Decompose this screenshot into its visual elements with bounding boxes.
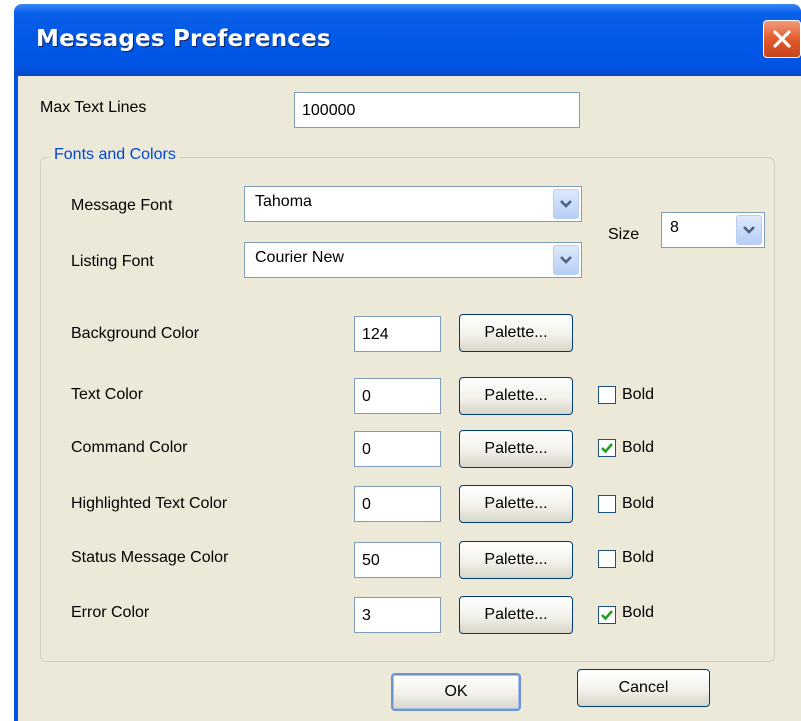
checkmark-icon xyxy=(601,443,613,454)
palette-button[interactable]: Palette... xyxy=(459,430,573,468)
color-value-input[interactable]: 0 xyxy=(354,431,441,467)
palette-button[interactable]: Palette... xyxy=(459,377,573,415)
bold-label: Bold xyxy=(622,549,655,566)
bold-checkbox[interactable] xyxy=(598,495,616,513)
window-title: Messages Preferences xyxy=(36,26,331,52)
color-value-input[interactable]: 0 xyxy=(354,378,441,414)
bold-checkbox[interactable] xyxy=(598,386,616,404)
listing-font-value: Courier New xyxy=(255,249,344,266)
palette-button[interactable]: Palette... xyxy=(459,541,573,579)
color-value-input[interactable]: 50 xyxy=(354,542,441,578)
close-button[interactable] xyxy=(763,20,801,58)
max-text-lines-label: Max Text Lines xyxy=(40,99,147,116)
message-font-dropdown-button[interactable] xyxy=(553,189,579,219)
color-value-input[interactable]: 3 xyxy=(354,597,441,633)
color-label: Status Message Color xyxy=(71,549,229,566)
size-dropdown-button[interactable] xyxy=(736,215,762,245)
color-value-input[interactable]: 124 xyxy=(354,316,441,352)
message-font-label: Message Font xyxy=(71,197,173,214)
palette-button[interactable]: Palette... xyxy=(459,485,573,523)
bold-label: Bold xyxy=(622,495,655,512)
palette-button[interactable]: Palette... xyxy=(459,596,573,634)
color-label: Text Color xyxy=(71,386,144,403)
bold-checkbox[interactable] xyxy=(598,439,616,457)
color-label: Background Color xyxy=(71,325,200,342)
color-value-input[interactable]: 0 xyxy=(354,486,441,522)
chevron-down-icon xyxy=(560,200,572,208)
title-bar[interactable]: Messages Preferences xyxy=(14,4,801,76)
message-font-value: Tahoma xyxy=(255,193,312,210)
listing-font-select[interactable]: Courier New xyxy=(244,242,582,278)
size-label: Size xyxy=(608,226,640,243)
chevron-down-icon xyxy=(743,226,755,234)
dialog-window: Messages Preferences Max Text Lines 1000… xyxy=(14,4,801,721)
size-value: 8 xyxy=(670,219,679,236)
bold-label: Bold xyxy=(622,386,655,403)
bold-label: Bold xyxy=(622,604,655,621)
color-label: Error Color xyxy=(71,604,150,621)
ok-button[interactable]: OK xyxy=(391,673,521,711)
bold-label: Bold xyxy=(622,439,655,456)
message-font-select[interactable]: Tahoma xyxy=(244,186,582,222)
listing-font-dropdown-button[interactable] xyxy=(553,245,579,275)
color-label: Highlighted Text Color xyxy=(71,495,228,512)
bold-checkbox[interactable] xyxy=(598,550,616,568)
chevron-down-icon xyxy=(560,256,572,264)
color-label: Command Color xyxy=(71,439,188,456)
fonts-colors-group-title: Fonts and Colors xyxy=(50,146,180,164)
checkmark-icon xyxy=(601,610,613,621)
listing-font-label: Listing Font xyxy=(71,253,154,270)
dialog-client: Max Text Lines 100000 Fonts and Colors M… xyxy=(18,76,801,721)
bold-checkbox[interactable] xyxy=(598,606,616,624)
close-icon xyxy=(773,30,791,48)
size-select[interactable]: 8 xyxy=(661,212,765,248)
max-text-lines-input[interactable]: 100000 xyxy=(294,92,580,128)
palette-button[interactable]: Palette... xyxy=(459,314,573,352)
cancel-button[interactable]: Cancel xyxy=(577,669,710,707)
